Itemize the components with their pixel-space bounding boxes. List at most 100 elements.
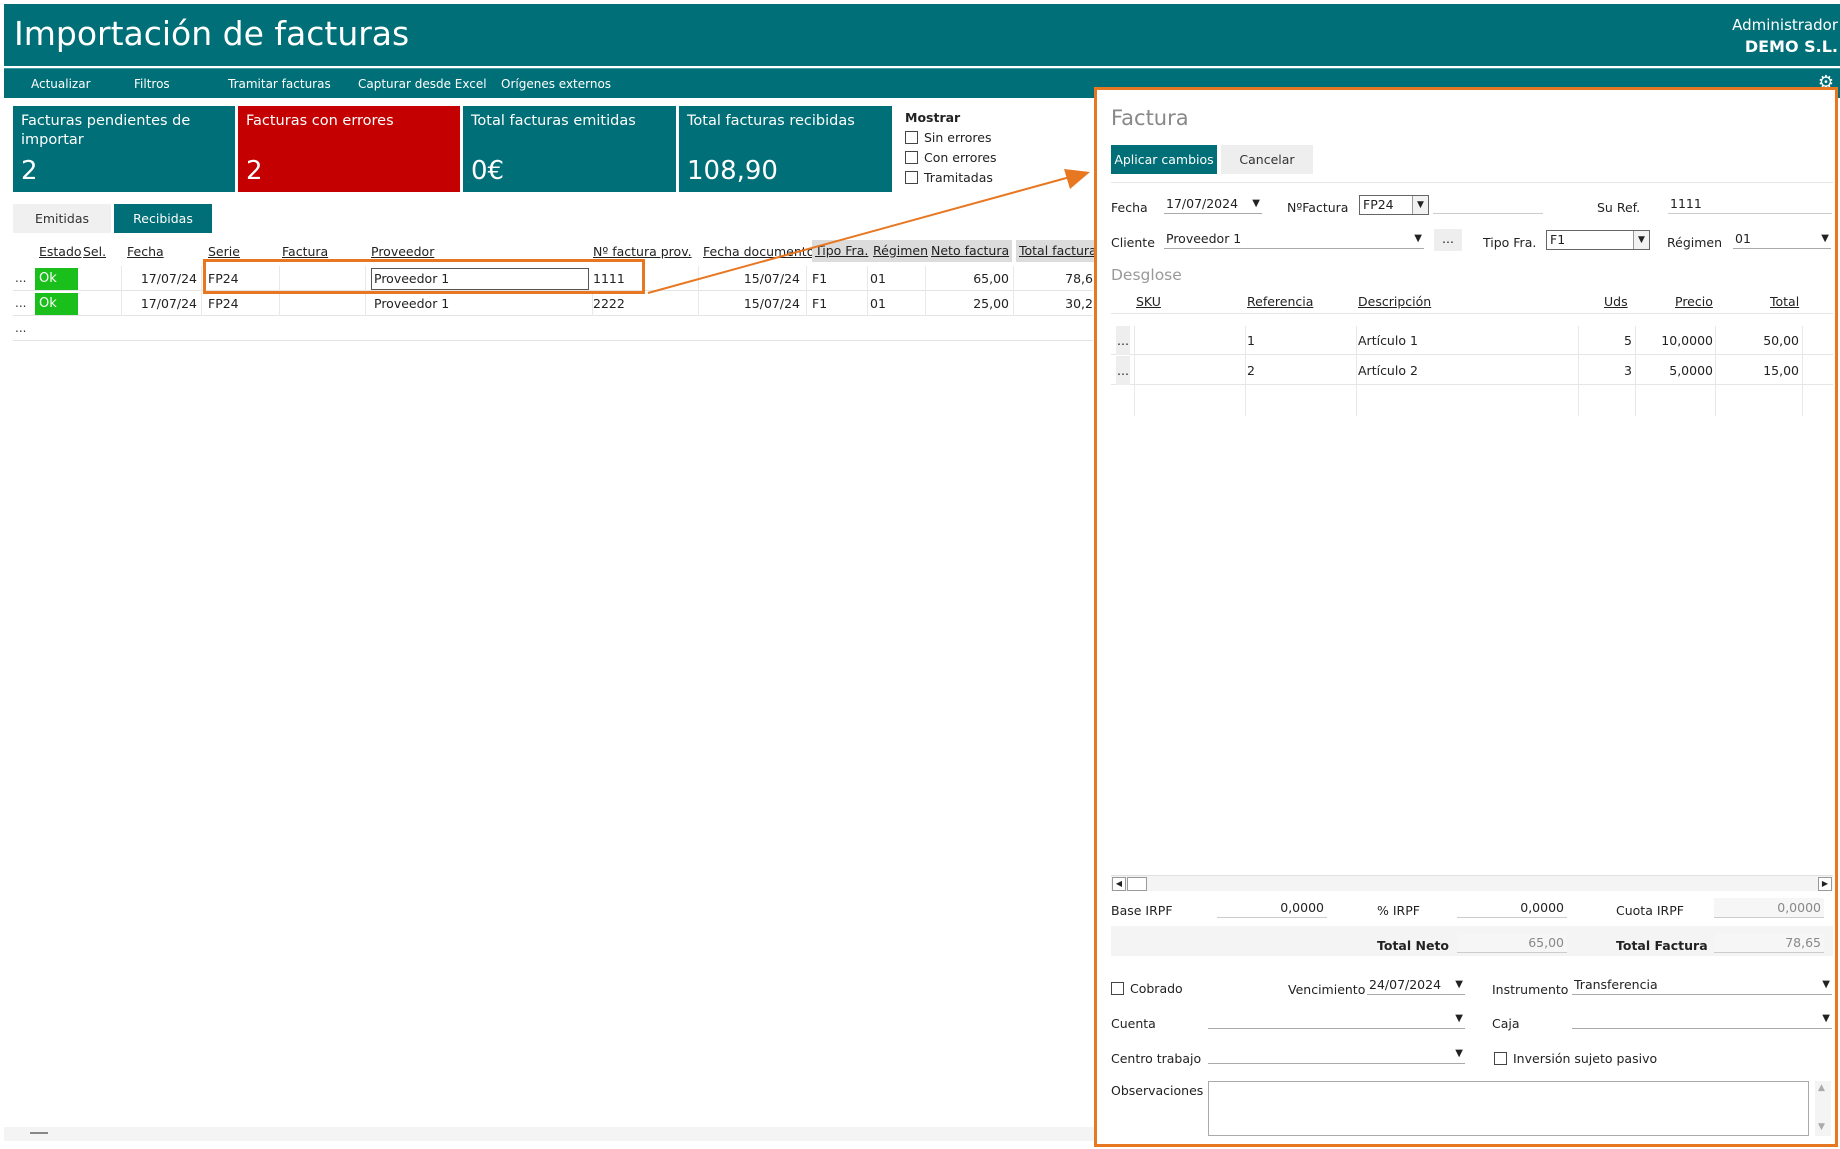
cliente-select[interactable]: Proveedor 1 ▼ [1164,229,1424,249]
regimen-label: Régimen [1667,235,1723,250]
chevron-left-icon[interactable]: ◀ [1112,877,1126,891]
cell-sku [1136,356,1246,385]
caja-label: Caja [1492,1016,1520,1031]
cliente-lookup-button[interactable]: ... [1434,229,1462,251]
col-header-uds[interactable]: Uds [1604,294,1628,309]
tab-received[interactable]: Recibidas [114,204,212,233]
chevron-down-icon[interactable]: ▼ [1821,229,1829,248]
regimen-select[interactable]: 01 ▼ [1733,229,1831,249]
pct-irpf-input[interactable]: 0,0000 [1457,898,1567,918]
cell-proveedor: Proveedor 1 [371,291,593,316]
callout-arrow [647,169,1090,294]
refresh-button[interactable]: Actualizar [31,77,91,91]
divider [1635,326,1636,416]
col-header-descripcion[interactable]: Descripción [1358,294,1431,309]
total-neto-value: 65,00 [1457,933,1567,953]
chevron-down-icon[interactable]: ▼ [1412,196,1428,214]
checkbox[interactable] [905,131,918,144]
filter-no-errors[interactable]: Sin errores [905,130,996,145]
tile-value: 2 [246,156,263,186]
centro-trabajo-label: Centro trabajo [1111,1051,1202,1066]
nfactura-select[interactable]: FP24 ▼ [1359,195,1429,215]
capture-excel-button[interactable]: Capturar desde Excel [358,77,487,91]
base-irpf-input[interactable]: 0,0000 [1217,898,1327,918]
col-header-fecha[interactable]: Fecha [127,244,164,259]
lines-horizontal-scrollbar[interactable]: ◀ ▶ [1111,875,1833,891]
cobrado-checkbox[interactable] [1111,982,1124,995]
chevron-down-icon[interactable]: ▼ [1455,1044,1463,1063]
col-header-estado[interactable]: Estado [39,244,82,259]
section-title: Desglose [1111,266,1182,284]
cell-referencia: 2 [1247,363,1255,378]
nfactura-number-input[interactable] [1433,194,1543,214]
divider [1715,326,1716,416]
fecha-picker[interactable]: 17/07/2024 ▼ [1164,194,1262,214]
scroll-thumb[interactable] [30,1132,48,1134]
table-row-new[interactable]: ... [13,316,1093,341]
observaciones-scrollbar[interactable]: ▲ ▼ [1815,1081,1831,1136]
tile-error-invoices[interactable]: Facturas con errores 2 [238,106,460,192]
apply-changes-button[interactable]: Aplicar cambios [1111,145,1217,174]
cell-sel[interactable] [78,266,122,291]
cell-fecha: 17/07/24 [122,291,202,316]
chevron-down-icon[interactable]: ▼ [1414,229,1422,248]
panel-title: Factura [1111,106,1189,130]
chevron-down-icon[interactable]: ▼ [1822,1009,1830,1028]
pct-irpf-label: % IRPF [1377,903,1420,918]
col-header-sku[interactable]: SKU [1136,294,1161,309]
col-header-proveedor[interactable]: Proveedor [371,244,434,259]
tile-label: Facturas con errores [246,113,394,129]
line-row-new[interactable] [1111,386,1833,415]
chevron-down-icon[interactable]: ▼ [1633,231,1649,249]
cell-sku [1136,326,1246,355]
nfactura-label: NºFactura [1287,200,1349,215]
col-header-precio[interactable]: Precio [1675,294,1713,309]
line-row[interactable]: ... 2 Artículo 2 3 5,0000 15,00 [1111,356,1833,385]
col-header-serie[interactable]: Serie [208,244,240,259]
col-header-referencia[interactable]: Referencia [1247,294,1313,309]
process-invoices-button[interactable]: Tramitar facturas [228,77,331,91]
chevron-down-icon[interactable]: ▼ [1822,975,1830,994]
instrumento-select[interactable]: Transferencia ▼ [1572,975,1832,995]
cell-factura [280,291,366,316]
observaciones-textarea[interactable] [1208,1081,1809,1136]
tile-label: Total facturas emitidas [471,113,636,129]
caja-select[interactable]: ▼ [1572,1009,1832,1029]
row-menu-dots[interactable]: ... [15,291,26,316]
scroll-thumb[interactable] [1127,877,1147,891]
row-menu-dots[interactable]: ... [1116,326,1130,355]
col-header-sel[interactable]: Sel. [83,244,106,259]
chevron-down-icon[interactable]: ▼ [1818,1122,1825,1132]
cell-proveedor-editor[interactable]: Proveedor 1 [371,268,589,290]
vencimiento-picker[interactable]: 24/07/2024 ▼ [1367,975,1465,995]
row-menu-dots[interactable]: ... [15,316,26,341]
tab-issued[interactable]: Emitidas [13,204,111,233]
cell-descripcion: Artículo 2 [1358,363,1418,378]
centro-trabajo-select[interactable]: ▼ [1208,1044,1465,1064]
total-neto-label: Total Neto [1377,938,1450,953]
inversion-checkbox[interactable] [1494,1052,1507,1065]
chevron-down-icon[interactable]: ▼ [1455,975,1463,994]
chevron-down-icon[interactable]: ▼ [1455,1009,1463,1028]
chevron-right-icon[interactable]: ▶ [1818,877,1832,891]
col-header-total[interactable]: Total [1770,294,1799,309]
external-sources-button[interactable]: Orígenes externos [501,77,611,91]
cliente-value: Proveedor 1 [1166,231,1242,246]
suref-input[interactable]: 1111 [1668,194,1832,214]
horizontal-scrollbar[interactable] [4,1127,1094,1141]
tile-pending-invoices[interactable]: Facturas pendientes de importar 2 [13,106,235,192]
cuenta-select[interactable]: ▼ [1208,1009,1465,1029]
chevron-up-icon[interactable]: ▲ [1818,1083,1825,1093]
tipo-fra-select[interactable]: F1 ▼ [1546,230,1650,250]
chevron-down-icon[interactable]: ▼ [1252,194,1260,213]
row-menu-dots[interactable]: ... [15,266,26,291]
cuenta-label: Cuenta [1111,1016,1156,1031]
cell-sel[interactable] [78,291,122,316]
filters-button[interactable]: Filtros [134,77,170,91]
line-row[interactable]: ... 1 Artículo 1 5 10,0000 50,00 [1111,326,1833,355]
cell-referencia: 1 [1247,333,1255,348]
col-header-factura[interactable]: Factura [282,244,328,259]
cancel-button[interactable]: Cancelar [1221,145,1313,174]
divider [1111,182,1833,183]
row-menu-dots[interactable]: ... [1116,356,1130,385]
